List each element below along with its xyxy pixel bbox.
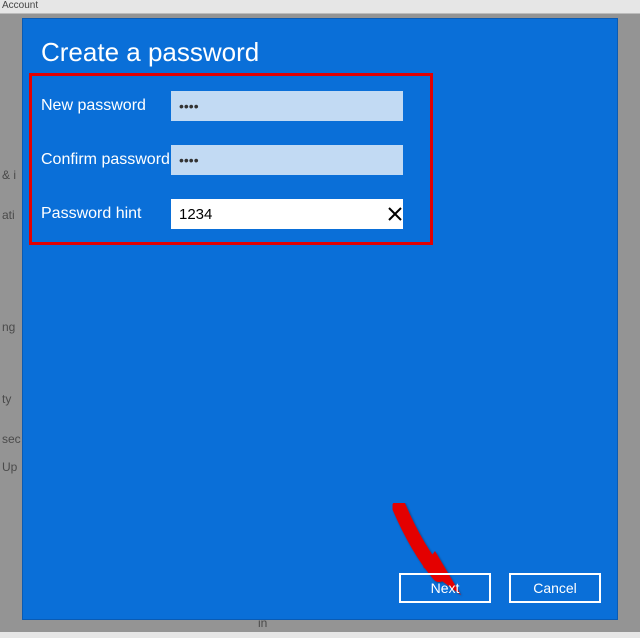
new-password-row: New password (41, 91, 403, 121)
password-hint-row: Password hint (41, 199, 403, 229)
next-button[interactable]: Next (399, 573, 491, 603)
new-password-label: New password (41, 97, 171, 115)
cancel-button[interactable]: Cancel (509, 573, 601, 603)
confirm-password-input[interactable] (171, 145, 403, 175)
bg-header-account: Account (0, 0, 640, 14)
confirm-password-label: Confirm password (41, 151, 171, 169)
clear-input-icon[interactable] (386, 199, 403, 229)
new-password-input[interactable] (171, 91, 403, 121)
password-hint-label: Password hint (41, 205, 171, 223)
confirm-password-row: Confirm password (41, 145, 403, 175)
password-hint-input[interactable] (171, 199, 386, 229)
create-password-dialog: Create a password New password Confirm p… (22, 18, 618, 620)
dialog-title: Create a password (41, 37, 259, 68)
dialog-button-row: Next Cancel (399, 573, 601, 603)
